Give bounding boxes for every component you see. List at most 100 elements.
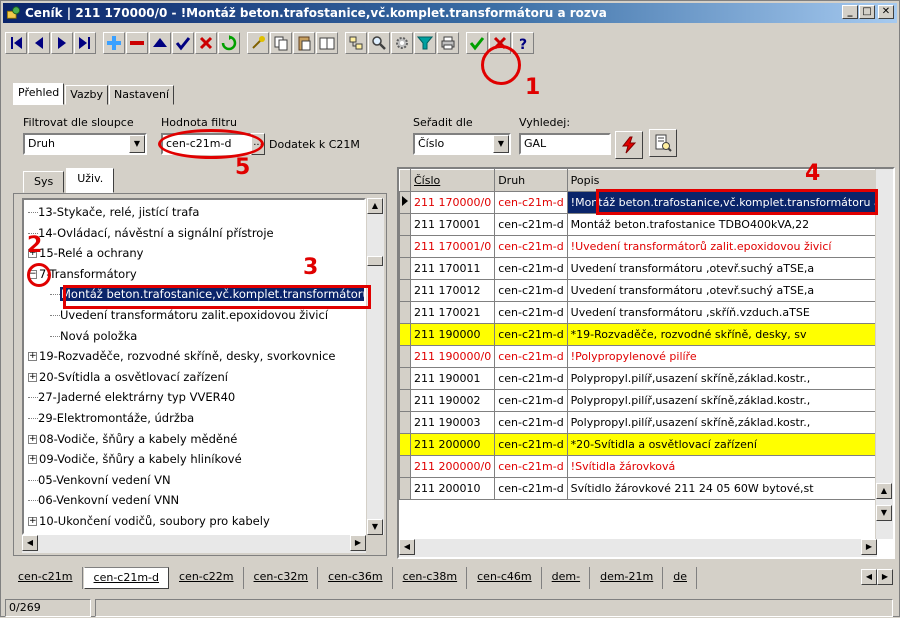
cell-cislo[interactable]: 211 170021 (409, 301, 496, 324)
prev-record-button[interactable] (28, 32, 50, 54)
filter-column-select[interactable]: Druh ▼ (23, 133, 147, 155)
tree-view[interactable]: 13-Stykače, relé, jistící trafa 14-Ovláda… (22, 198, 366, 535)
scroll-right-icon[interactable]: ▶ (861, 539, 877, 555)
tree-sync-button[interactable] (345, 32, 367, 54)
cell-popis[interactable]: Svítidlo žárovkové 211 24 05 60W bytové,… (566, 477, 893, 500)
bottom-tab[interactable]: cen-c38m (394, 567, 468, 589)
cell-cislo[interactable]: 211 200010 (409, 477, 496, 500)
bottom-tab[interactable]: cen-c21m (9, 567, 83, 589)
tab-sys[interactable]: Sys (23, 171, 65, 193)
tree-item[interactable]: +10-Ukončení vodičů, soubory pro kabely (28, 511, 270, 531)
table-row[interactable]: 211 190003 cen-c21m-d Polypropyl.pilíř,usa… (399, 411, 893, 434)
sort-select[interactable]: Číslo ▼ (413, 133, 511, 155)
table-row[interactable]: 211 190000 cen-c21m-d *19-Rozvaděče, rozvo… (399, 323, 893, 346)
cell-druh[interactable]: cen-c21m-d (494, 191, 568, 214)
tree-horizontal-scrollbar[interactable]: ◀ ▶ (22, 535, 366, 553)
scroll-down-icon[interactable]: ▼ (876, 505, 892, 521)
scroll-down-icon[interactable]: ▼ (367, 519, 383, 535)
cell-druh[interactable]: cen-c21m-d (494, 411, 568, 434)
cell-popis[interactable]: Uvedení transformátoru ,otevř.suchý aTSE… (566, 257, 893, 280)
cell-cislo[interactable]: 211 170001/0 (409, 235, 496, 258)
tree-item[interactable]: +15-Relé a ochrany (28, 243, 143, 263)
bottom-tab[interactable]: de (664, 567, 697, 589)
first-record-button[interactable] (5, 32, 27, 54)
tool-button[interactable] (247, 32, 269, 54)
search-button[interactable] (368, 32, 390, 54)
book-button[interactable] (316, 32, 338, 54)
tree-vertical-scrollbar[interactable]: ▲ ▼ (366, 198, 384, 535)
table-row[interactable]: 211 170021 cen-c21m-d Uvedení transformáto… (399, 301, 893, 324)
cell-popis[interactable]: Polypropyl.pilíř,usazení skříně,základ.k… (566, 411, 893, 434)
cell-popis[interactable]: *20-Svítidla a osvětlovací zařízení (566, 433, 893, 456)
tree-item[interactable]: Nová položka (50, 326, 137, 346)
tree-item[interactable]: +20-Svítidla a osvětlovací zařízení (28, 367, 228, 387)
scroll-right-icon[interactable]: ▶ (877, 569, 893, 585)
table-row[interactable]: 211 170001 cen-c21m-d Montáž beton.trafost… (399, 213, 893, 236)
expand-icon[interactable]: + (28, 434, 37, 444)
cell-cislo[interactable]: 211 190000/0 (409, 345, 496, 368)
bottom-tab[interactable]: cen-c46m (468, 567, 542, 589)
grid-horizontal-scrollbar[interactable]: ◀ ▶ (399, 539, 877, 557)
bottom-tab[interactable]: cen-c22m (170, 567, 244, 589)
refresh-button[interactable] (218, 32, 240, 54)
cell-druh[interactable]: cen-c21m-d (494, 257, 568, 280)
settings-button[interactable] (391, 32, 413, 54)
cell-popis[interactable]: !Svítidla žárovková (566, 455, 893, 478)
tree-item[interactable]: +19-Rozvaděče, rozvodné skříně, desky, s… (28, 346, 336, 366)
tree-item[interactable]: 14-Ovládací, návěstní a signální přístro… (28, 223, 274, 243)
cancel-button[interactable] (195, 32, 217, 54)
scroll-left-icon[interactable]: ◀ (22, 535, 38, 551)
table-row[interactable]: 211 170011 cen-c21m-d Uvedení transformáto… (399, 257, 893, 280)
cell-cislo[interactable]: 211 190000 (409, 323, 496, 346)
scroll-left-icon[interactable]: ◀ (399, 539, 415, 555)
scroll-up-icon[interactable]: ▲ (876, 483, 892, 499)
cell-cislo[interactable]: 211 170011 (409, 257, 496, 280)
bottom-tab[interactable]: cen-c36m (319, 567, 393, 589)
expand-icon[interactable]: + (28, 517, 37, 526)
cell-druh[interactable]: cen-c21m-d (494, 279, 568, 302)
cell-cislo[interactable]: 211 200000/0 (409, 455, 496, 478)
bottom-tab[interactable]: dem-21m (591, 567, 664, 589)
cell-druh[interactable]: cen-c21m-d (494, 477, 568, 500)
chevron-down-icon[interactable]: ▼ (129, 135, 145, 153)
close-window-button[interactable]: ✕ (878, 5, 894, 19)
copy-button[interactable] (270, 32, 292, 54)
cell-popis[interactable]: *19-Rozvaděče, rozvodné skříně, desky, s… (566, 323, 893, 346)
last-record-button[interactable] (74, 32, 96, 54)
tab-uziv[interactable]: Uživ. (66, 168, 115, 193)
expand-icon[interactable]: + (28, 372, 37, 382)
cell-druh[interactable]: cen-c21m-d (494, 389, 568, 412)
tree-item[interactable]: 05-Venkovní vedení VN (28, 470, 171, 490)
cell-popis[interactable]: Uvedení transformátoru ,otevř.suchý aTSE… (566, 279, 893, 302)
cell-druh[interactable]: cen-c21m-d (494, 301, 568, 324)
table-row[interactable]: 211 170001/0 cen-c21m-d !Uvedení transform… (399, 235, 893, 258)
tree-item[interactable]: +08-Vodiče, šňůry a kabely měděné (28, 429, 237, 449)
column-header-druh[interactable]: Druh (494, 169, 568, 192)
cell-popis[interactable]: Polypropyl.pilíř,usazení skříně,základ.k… (566, 367, 893, 390)
scroll-up-icon[interactable]: ▲ (367, 198, 383, 214)
cell-popis[interactable]: !Uvedení transformátorů zalit.epoxidovou… (566, 235, 893, 258)
paste-button[interactable] (293, 32, 315, 54)
tree-item[interactable]: 06-Venkovní vedení VNN (28, 490, 179, 510)
tab-prehled[interactable]: Přehled (13, 83, 65, 105)
grid-vertical-scrollbar[interactable]: ▲ ▼ (875, 169, 893, 539)
cell-popis[interactable]: Polypropyl.pilíř,usazení skříně,základ.k… (566, 389, 893, 412)
scroll-thumb[interactable] (367, 256, 383, 266)
next-record-button[interactable] (51, 32, 73, 54)
cell-druh[interactable]: cen-c21m-d (494, 213, 568, 236)
chevron-down-icon[interactable]: ▼ (493, 135, 509, 153)
scroll-right-icon[interactable]: ▶ (350, 535, 366, 551)
tree-item[interactable]: +09-Vodiče, šňůry a kabely hliníkové (28, 449, 242, 469)
up-button[interactable] (149, 32, 171, 54)
expand-icon[interactable]: + (28, 455, 37, 465)
cell-druh[interactable]: cen-c21m-d (494, 345, 568, 368)
cell-cislo[interactable]: 211 190003 (409, 411, 496, 434)
table-row[interactable]: 211 190001 cen-c21m-d Polypropyl.pilíř,usa… (399, 367, 893, 390)
cell-popis[interactable]: Uvedení transformátoru ,skříň.vzduch.aTS… (566, 301, 893, 324)
table-row[interactable]: 211 200010 cen-c21m-d Svítidlo žárovkové 2… (399, 477, 893, 500)
tree-item[interactable]: 27-Jaderné elektrárny typ VVER40 (28, 387, 235, 407)
maximize-button[interactable]: □ (859, 5, 875, 19)
delete-record-button[interactable] (126, 32, 148, 54)
tree-item[interactable]: 13-Stykače, relé, jistící trafa (28, 202, 199, 222)
table-row[interactable]: 211 200000/0 cen-c21m-d !Svítidla žárovkov… (399, 455, 893, 478)
